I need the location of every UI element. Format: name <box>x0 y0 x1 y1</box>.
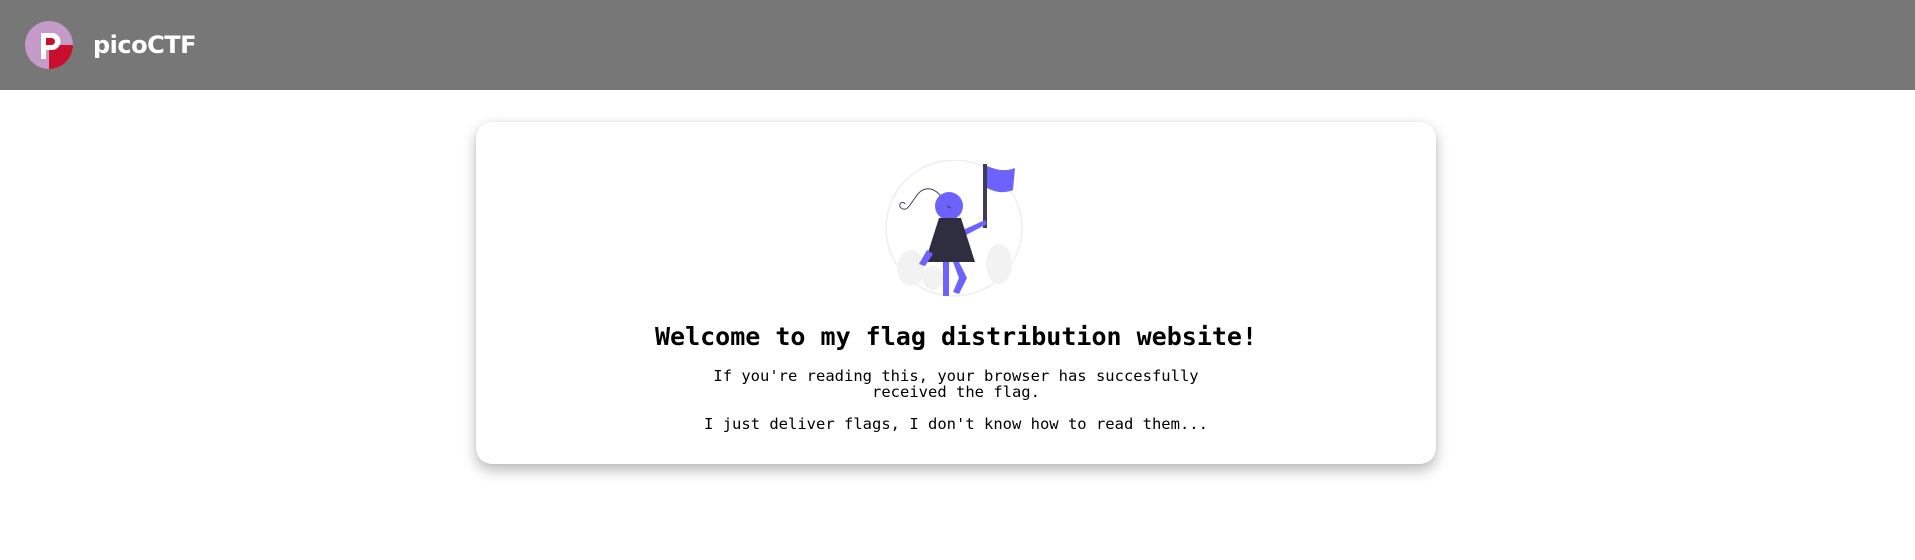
brand-link[interactable]: picoCTF <box>25 21 197 69</box>
intro-line-2: received the flag. <box>872 383 1040 401</box>
person-with-flag-icon <box>885 160 1023 297</box>
brand-name: picoCTF <box>93 31 197 59</box>
page-title: Welcome to my flag distribution website! <box>654 322 1258 351</box>
info-paragraph: I just deliver flags, I don't know how t… <box>704 415 1208 433</box>
intro-line-1: If you're reading this, your browser has… <box>713 367 1199 385</box>
picoctf-logo-icon <box>25 21 73 69</box>
navbar: picoCTF <box>0 0 1915 90</box>
welcome-card: Welcome to my flag distribution website!… <box>476 122 1436 464</box>
intro-paragraph: If you're reading this, your browser has… <box>476 368 1436 400</box>
